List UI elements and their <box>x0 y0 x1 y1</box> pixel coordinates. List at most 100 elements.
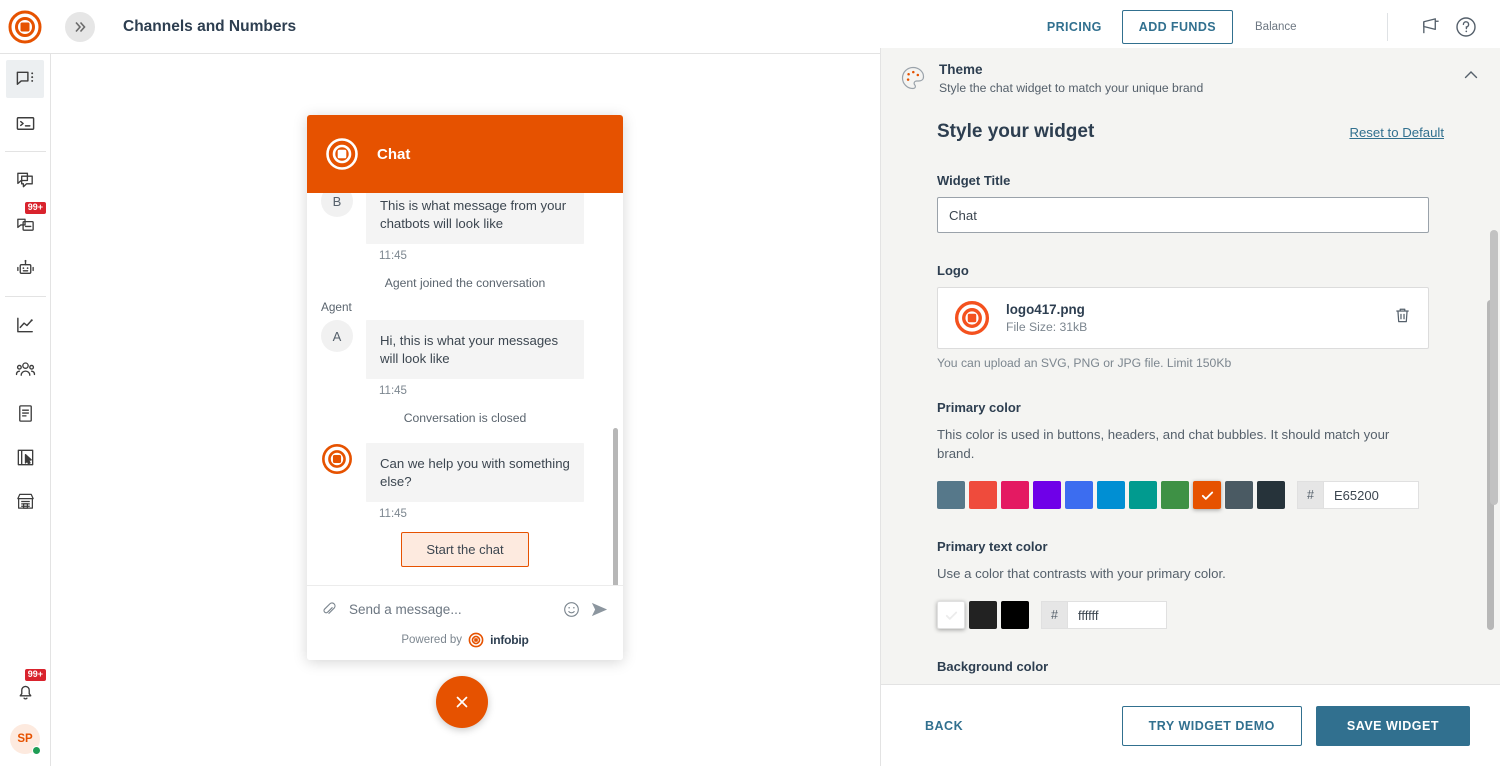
page-title: Channels and Numbers <box>123 18 296 36</box>
logo-label: Logo <box>937 263 1444 278</box>
sidebar-item-analytics[interactable] <box>6 306 44 344</box>
widget-header-logo-icon <box>325 137 359 171</box>
color-swatch[interactable] <box>1129 481 1157 509</box>
presence-dot <box>32 746 41 755</box>
topbar-actions: PRICING ADD FUNDS Balance <box>1033 0 1500 53</box>
trash-icon[interactable] <box>1393 306 1412 330</box>
sidebar-item-flows[interactable] <box>6 438 44 476</box>
panel-footer: BACK TRY WIDGET DEMO SAVE WIDGET <box>881 684 1500 766</box>
sidebar-item-terminal[interactable] <box>6 104 44 142</box>
send-icon[interactable] <box>590 600 609 619</box>
text-color-swatch-selected[interactable] <box>937 601 965 629</box>
color-swatch[interactable] <box>1161 481 1189 509</box>
section-header-row: Style your widget Reset to Default <box>937 121 1444 143</box>
logo-file-name: logo417.png <box>1006 302 1087 317</box>
user-avatar[interactable]: SP <box>10 724 40 754</box>
color-swatch[interactable] <box>1001 481 1029 509</box>
back-button[interactable]: BACK <box>911 709 977 743</box>
notifications-badge: 99+ <box>25 669 46 681</box>
panel-header-text: Theme Style the chat widget to match you… <box>939 62 1203 95</box>
sidebar-item-inbox[interactable]: 99+ <box>6 205 44 243</box>
chevron-double-right-icon[interactable] <box>65 12 95 42</box>
primary-color-hex-input[interactable] <box>1323 481 1419 509</box>
sidebar-item-exchange[interactable] <box>6 482 44 520</box>
hash-prefix: # <box>1297 481 1323 509</box>
logo-preview-icon <box>954 300 990 336</box>
save-widget-button[interactable]: SAVE WIDGET <box>1316 706 1470 746</box>
color-swatch[interactable] <box>1065 481 1093 509</box>
avatar-initials: SP <box>17 733 32 745</box>
widget-scrollbar[interactable] <box>613 428 618 585</box>
logo-file-card: logo417.png File Size: 31kB <box>937 287 1429 349</box>
start-the-chat-button[interactable]: Start the chat <box>401 532 528 567</box>
agent-label: Agent <box>321 300 609 314</box>
primary-text-color-description: Use a color that contrasts with your pri… <box>937 564 1407 583</box>
reset-to-default-link[interactable]: Reset to Default <box>1349 125 1444 140</box>
help-circle-icon[interactable] <box>1450 11 1482 43</box>
color-swatch[interactable] <box>1033 481 1061 509</box>
paperclip-icon[interactable] <box>321 601 337 617</box>
message-timestamp: 11:45 <box>321 385 609 397</box>
page-scrollbar[interactable] <box>1490 230 1498 505</box>
message-bubble: Hi, this is what your messages will look… <box>366 320 584 379</box>
sidebar-item-conversations[interactable] <box>6 60 44 98</box>
balance-display: Balance <box>1255 21 1375 33</box>
chat-message-bot: B This is what message from your chatbot… <box>321 193 609 244</box>
avatar: B <box>321 193 353 217</box>
panel-header[interactable]: Theme Style the chat widget to match you… <box>881 48 1500 105</box>
try-widget-demo-button[interactable]: TRY WIDGET DEMO <box>1122 706 1302 746</box>
system-note-joined: Agent joined the conversation <box>321 276 609 290</box>
text-color-swatch[interactable] <box>969 601 997 629</box>
left-nav-rail: 99+ <box>0 54 51 766</box>
primary-text-color-hex-input[interactable] <box>1067 601 1167 629</box>
emoji-icon[interactable] <box>563 601 580 618</box>
bullseye-logo-icon[interactable] <box>7 9 43 45</box>
top-bar: Channels and Numbers PRICING ADD FUNDS B… <box>0 0 1500 54</box>
footer-actions: TRY WIDGET DEMO SAVE WIDGET <box>1122 706 1470 746</box>
color-swatch-selected[interactable] <box>1193 481 1221 509</box>
widget-footer: Powered by infobip <box>307 585 623 660</box>
message-bubble: Can we help you with something else? <box>366 443 584 502</box>
widget-message-list[interactable]: B This is what message from your chatbot… <box>307 193 623 585</box>
sidebar-item-people[interactable] <box>6 350 44 388</box>
infobip-logo-icon <box>468 632 484 648</box>
message-input[interactable] <box>347 601 553 618</box>
message-timestamp: 11:45 <box>321 508 609 520</box>
text-color-swatch[interactable] <box>1001 601 1029 629</box>
powered-by: Powered by infobip <box>321 632 609 660</box>
sidebar-item-documents[interactable] <box>6 394 44 432</box>
primary-color-description: This color is used in buttons, headers, … <box>937 425 1407 463</box>
color-swatch[interactable] <box>937 481 965 509</box>
brand-avatar-icon <box>321 443 353 475</box>
add-funds-button[interactable]: ADD FUNDS <box>1122 10 1233 44</box>
megaphone-icon[interactable] <box>1414 11 1446 43</box>
balance-label: Balance <box>1255 21 1375 33</box>
panel-scroll-area: Style your widget Reset to Default Widge… <box>881 105 1500 684</box>
color-swatch[interactable] <box>1097 481 1125 509</box>
color-swatch[interactable] <box>969 481 997 509</box>
widget-title-input[interactable] <box>937 197 1429 233</box>
palette-icon <box>899 64 927 92</box>
panel-header-subtitle: Style the chat widget to match your uniq… <box>939 81 1203 95</box>
color-swatch[interactable] <box>1257 481 1285 509</box>
chevron-up-icon[interactable] <box>1462 62 1480 89</box>
cta-wrapper: Start the chat <box>321 532 609 567</box>
notifications-bell[interactable]: 99+ <box>6 672 44 710</box>
infobip-wordmark: infobip <box>490 633 529 647</box>
powered-by-label: Powered by <box>401 634 462 646</box>
hash-prefix: # <box>1041 601 1067 629</box>
logo-file-size: File Size: 31kB <box>1006 320 1087 334</box>
widget-header: Chat <box>307 115 623 193</box>
sidebar-item-chatbots[interactable] <box>6 249 44 287</box>
primary-color-label: Primary color <box>937 400 1444 415</box>
topbar-divider <box>1387 13 1388 41</box>
color-swatch[interactable] <box>1225 481 1253 509</box>
inbox-badge: 99+ <box>25 202 46 214</box>
pricing-link[interactable]: PRICING <box>1033 20 1116 34</box>
avatar: A <box>321 320 353 352</box>
rail-bottom-group: 99+ SP <box>6 666 44 766</box>
close-widget-fab[interactable] <box>436 676 488 728</box>
rail-divider-1 <box>5 151 46 152</box>
primary-color-swatches: # <box>937 481 1444 509</box>
sidebar-item-broadcast[interactable] <box>6 161 44 199</box>
